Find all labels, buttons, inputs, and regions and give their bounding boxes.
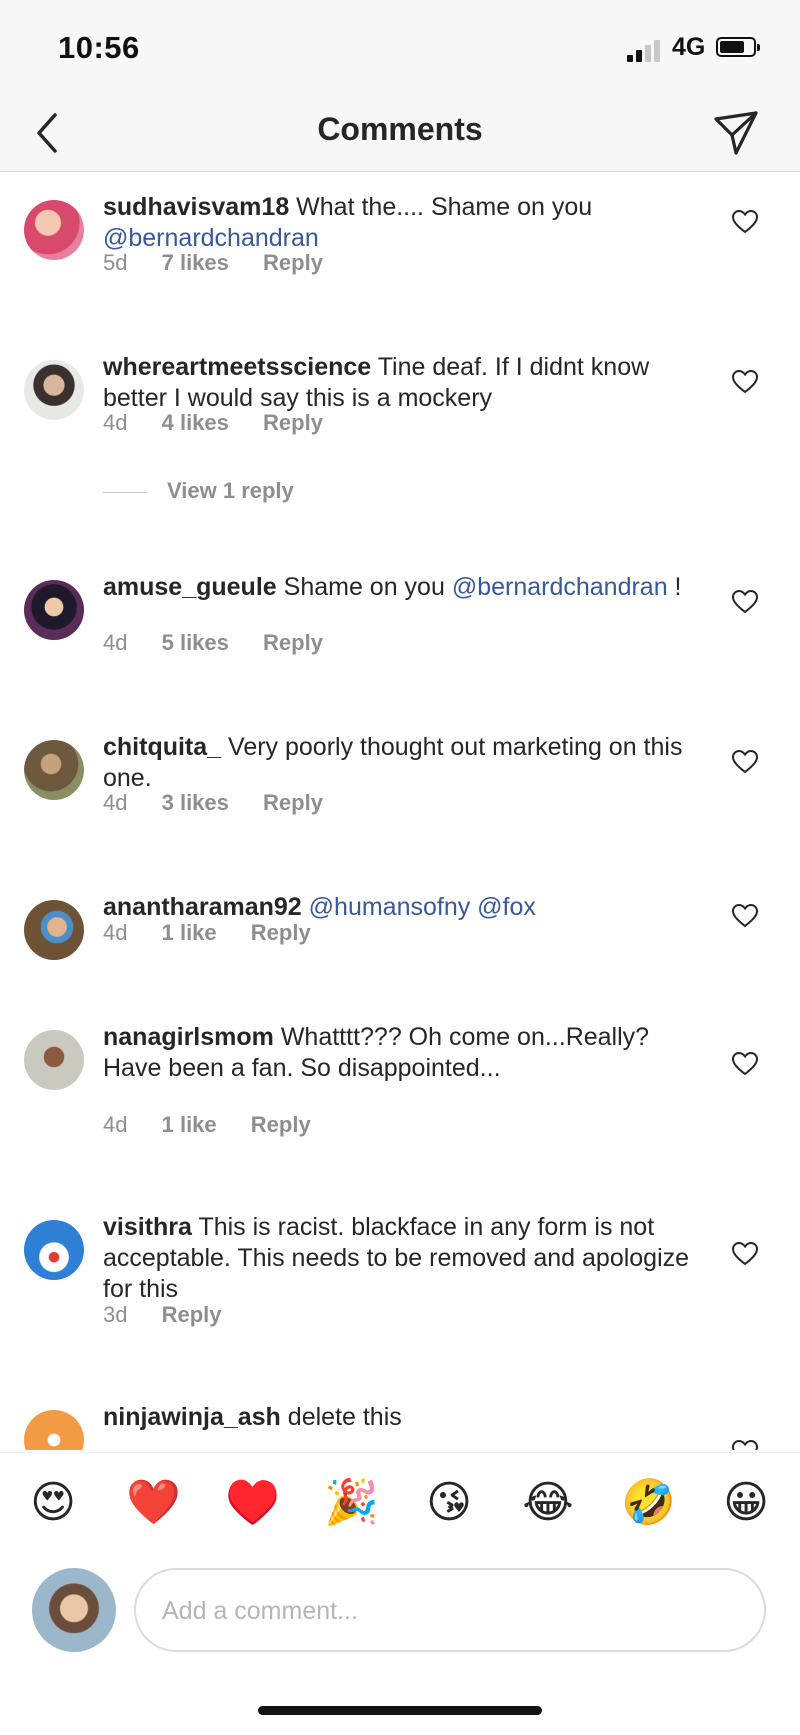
comment-username[interactable]: nanagirlsmom [103,1023,274,1051]
heart-icon[interactable] [732,1440,758,1450]
comment-text: sudhavisvam18 What the.... Shame on you … [103,193,593,252]
comment-username[interactable]: ninjawinja_ash [103,1403,281,1431]
comment-time: 4d [103,630,128,655]
rofl-emoji-button[interactable]: 🤣 [621,1477,676,1529]
comment-likes[interactable]: 5 likes [162,630,229,655]
comment-username[interactable]: anantharaman92 [103,893,302,921]
comment-meta: 4d 3 likes Reply [103,790,351,816]
comment-meta: 3d Reply [103,1302,250,1328]
comment-time: 3d [103,1302,128,1327]
heart-icon[interactable] [732,1052,758,1076]
avatar[interactable] [24,1030,84,1090]
comment-meta: 4d 1 like Reply [103,920,339,946]
comment-meta: 4d 1 like Reply [103,1112,339,1138]
avatar[interactable] [24,200,84,260]
comment-text: anantharaman92 @humansofny @fox [103,892,693,923]
comment-likes[interactable]: 4 likes [162,410,229,435]
heart-icon[interactable] [732,1242,758,1266]
mention-link[interactable]: @bernardchandran [452,573,668,601]
comment-time: 4d [103,790,128,815]
comment-time: 4d [103,1112,128,1137]
comment-likes[interactable]: 1 like [162,1112,217,1137]
avatar[interactable] [24,1220,84,1280]
mention-link[interactable]: @humansofny @fox [309,893,536,921]
avatar[interactable] [24,360,84,420]
avatar[interactable] [24,1410,84,1450]
reply-button[interactable]: Reply [162,1302,222,1327]
emoji-bar: 😍 ❤️ ♥️ 🎉 😘 😂 🤣 😀 [0,1452,800,1559]
comment-input-container [134,1568,766,1652]
reply-button[interactable]: Reply [263,250,323,275]
reply-button[interactable]: Reply [251,920,311,945]
comment-username[interactable]: whereartmeetsscience [103,353,371,381]
kiss-emoji-button[interactable]: 😘 [423,1477,475,1529]
comment-text: visithra This is racist. blackface in an… [103,1213,690,1303]
heart-icon[interactable] [732,904,758,928]
heart-icon[interactable] [732,210,758,234]
paper-plane-icon [714,111,758,155]
current-user-avatar [32,1568,116,1652]
party-popper-emoji-button[interactable]: 🎉 [324,1477,379,1529]
heart-suit-emoji-button[interactable]: ♥️ [225,1477,280,1529]
comment-meta: 4d 4 likes Reply [103,410,351,436]
comment-username[interactable]: visithra [103,1213,192,1241]
comment-text: amuse_gueule Shame on you @bernardchandr… [103,573,682,601]
comment-text: ninjawinja_ash delete this [103,1403,402,1431]
red-heart-emoji-button[interactable]: ❤️ [126,1477,181,1529]
comment-likes[interactable]: 1 like [162,920,217,945]
comment-time: 4d [103,410,128,435]
comment-likes[interactable]: 3 likes [162,790,229,815]
reply-button[interactable]: Reply [263,630,323,655]
heart-eyes-emoji-button[interactable]: 😍 [27,1477,79,1529]
signal-icon [627,38,667,62]
avatar[interactable] [24,740,84,800]
status-time: 10:56 [58,30,140,65]
reply-button[interactable]: Reply [251,1112,311,1137]
comments-header: Comments [0,95,800,172]
share-button[interactable] [710,105,762,161]
network-type: 4G [672,33,706,61]
heart-icon[interactable] [732,750,758,774]
battery-icon [716,37,760,57]
avatar[interactable] [24,900,84,960]
comment-text: nanagirlsmom Whatttt??? Oh come on...Rea… [103,1023,650,1082]
tears-of-joy-emoji-button[interactable]: 😂 [522,1477,574,1529]
mention-link[interactable]: @bernardchandran [103,224,319,252]
comment-username[interactable]: sudhavisvam18 [103,193,289,221]
comment-list[interactable]: sudhavisvam18 What the.... Shame on you … [0,172,800,1450]
comment-time: 4d [103,920,128,945]
reply-button[interactable]: Reply [263,790,323,815]
comment-meta: 4d 5 likes Reply [103,630,351,656]
heart-icon[interactable] [732,590,758,614]
comment-input[interactable] [160,1586,744,1636]
comment-username[interactable]: chitquita_ [103,733,221,761]
comment-time: 5d [103,250,128,275]
home-indicator[interactable] [258,1706,542,1715]
heart-icon[interactable] [732,370,758,394]
comment-meta: 5d 7 likes Reply [103,250,351,276]
page-title: Comments [317,111,483,147]
reply-button[interactable]: Reply [263,410,323,435]
comment-text: chitquita_ Very poorly thought out marke… [103,733,683,792]
comment-text: whereartmeetsscience Tine deaf. If I did… [103,353,650,412]
grinning-emoji-button[interactable]: 😀 [720,1477,772,1529]
avatar[interactable] [24,580,84,640]
comment-username[interactable]: amuse_gueule [103,573,277,601]
status-bar: 10:56 4G [0,0,800,95]
view-replies-button[interactable]: View 1 reply [103,478,294,504]
divider [103,491,147,493]
comment-likes[interactable]: 7 likes [162,250,229,275]
